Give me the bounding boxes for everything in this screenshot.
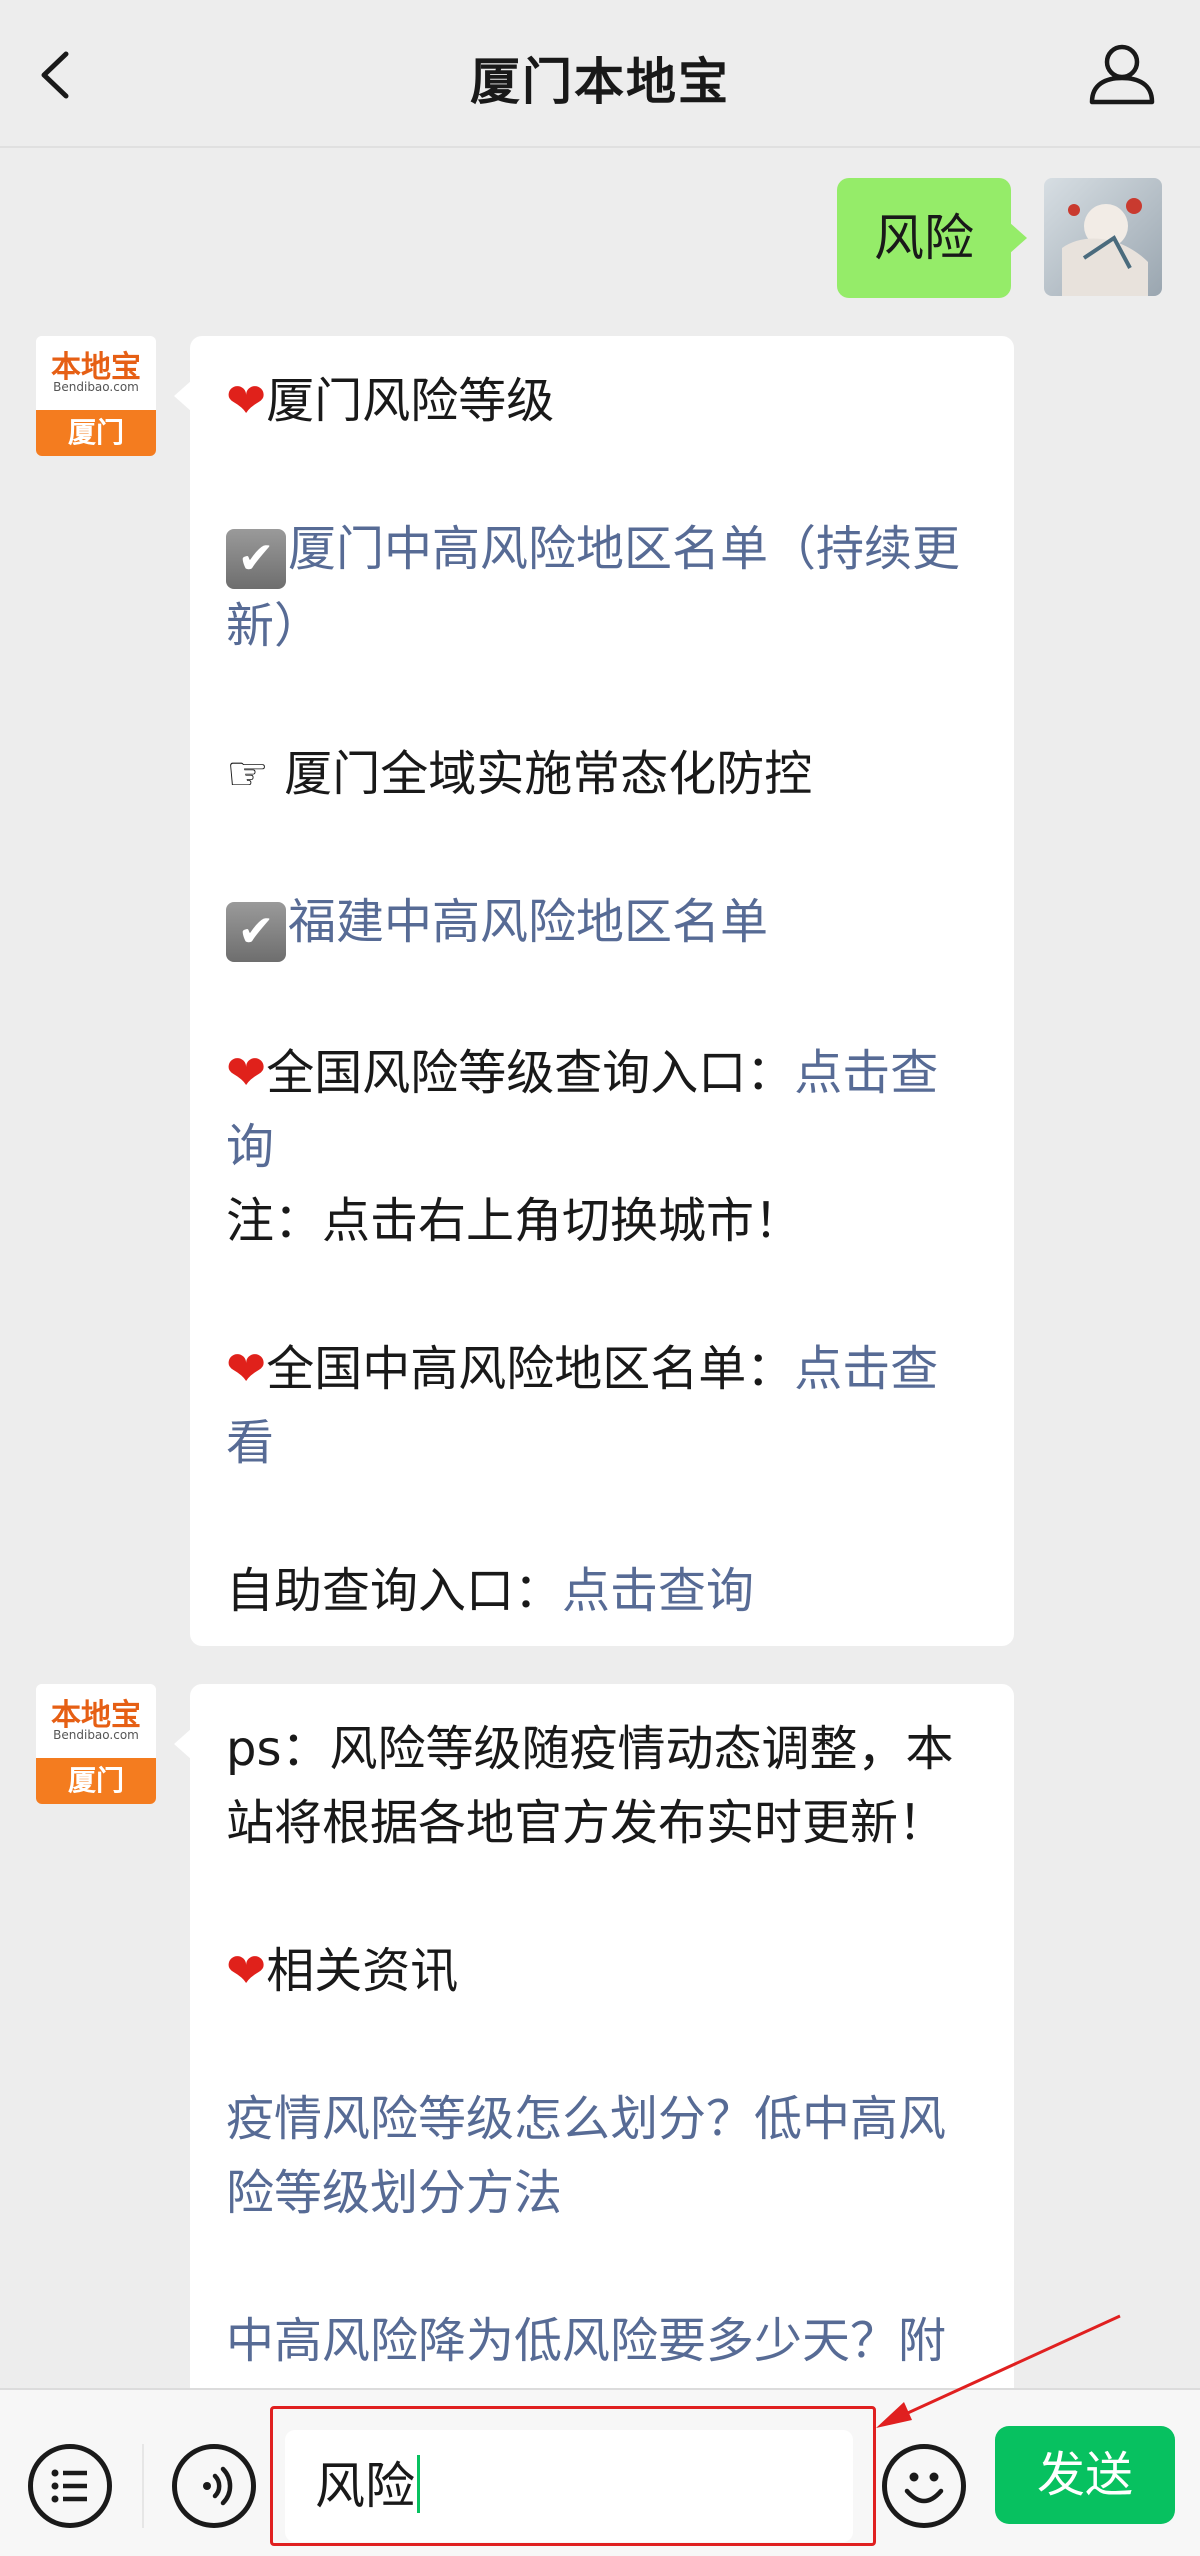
xiamen-list-link[interactable]: ✔ 厦门中高风险地区名单（持续更新） xyxy=(226,512,980,663)
divider xyxy=(142,2444,144,2528)
emoji-icon xyxy=(904,2472,944,2504)
bot-message-bubble: ❤厦门风险等级 ✔ 厦门中高风险地区名单（持续更新） ☞ 厦门全域实施常态化防控 … xyxy=(174,336,1014,1646)
risk-level-line: ❤厦门风险等级 xyxy=(226,373,555,429)
heart-icon: ❤ xyxy=(226,1341,267,1397)
outgoing-message-text: 风险 xyxy=(874,209,974,267)
annotation-highlight-box xyxy=(270,2406,876,2546)
avatar-brand-url: Bendibao.com xyxy=(53,1728,139,1742)
xiamen-prevention-line: ☞ 厦门全域实施常态化防控 xyxy=(226,746,813,802)
related-news-heading: ❤相关资讯 xyxy=(226,1943,459,1999)
avatar-image xyxy=(1044,178,1162,296)
outgoing-message-bubble[interactable]: 风险 xyxy=(837,178,1027,298)
pointing-hand-icon: ☞ xyxy=(226,746,270,802)
fujian-list-link[interactable]: ✔ 福建中高风险地区名单 xyxy=(226,885,980,962)
profile-button[interactable] xyxy=(1084,40,1160,110)
news-link[interactable]: 疫情风险等级怎么划分？低中高风险等级划分方法 xyxy=(226,2082,980,2230)
checkbox-icon: ✔ xyxy=(226,902,286,962)
person-icon xyxy=(1089,44,1155,105)
checkbox-icon: ✔ xyxy=(226,529,286,589)
national-query-line: ❤全国风险等级查询入口：点击查询 xyxy=(226,1045,939,1175)
emoji-button[interactable] xyxy=(882,2444,966,2528)
avatar-city: 厦门 xyxy=(36,1758,156,1804)
send-button[interactable]: 发送 xyxy=(995,2426,1175,2524)
avatar-brand-url: Bendibao.com xyxy=(53,380,139,394)
national-list-line: ❤全国中高风险地区名单：点击查看 xyxy=(226,1341,939,1471)
self-query-link[interactable]: 点击查询 xyxy=(562,1563,754,1619)
annotation-arrow-icon xyxy=(876,2314,1121,2428)
chat-header: 厦门本地宝 xyxy=(0,0,1200,148)
list-menu-icon xyxy=(51,2469,87,2503)
heart-icon: ❤ xyxy=(226,1045,267,1101)
chat-title: 厦门本地宝 xyxy=(470,53,730,111)
news-link[interactable]: 中高风险降为低风险要多少天？附 xyxy=(226,2304,980,2378)
bot-avatar[interactable]: 本地宝 Bendibao.com 厦门 xyxy=(36,336,156,456)
bot-avatar[interactable]: 本地宝 Bendibao.com 厦门 xyxy=(36,1684,156,1804)
user-avatar[interactable] xyxy=(1044,178,1162,296)
voice-button[interactable] xyxy=(172,2444,256,2528)
self-query-line: 自助查询入口：点击查询 xyxy=(226,1563,755,1619)
note-line: 注：点击右上角切换城市！ xyxy=(226,1193,803,1249)
avatar-city: 厦门 xyxy=(36,410,156,456)
heart-icon: ❤ xyxy=(226,373,267,429)
heart-icon: ❤ xyxy=(226,1943,267,1999)
ps-note: ps：风险等级随疫情动态调整，本站将根据各地官方发布实时更新！ xyxy=(226,1721,954,1851)
voice-icon xyxy=(203,2466,233,2506)
menu-button[interactable] xyxy=(28,2444,112,2528)
